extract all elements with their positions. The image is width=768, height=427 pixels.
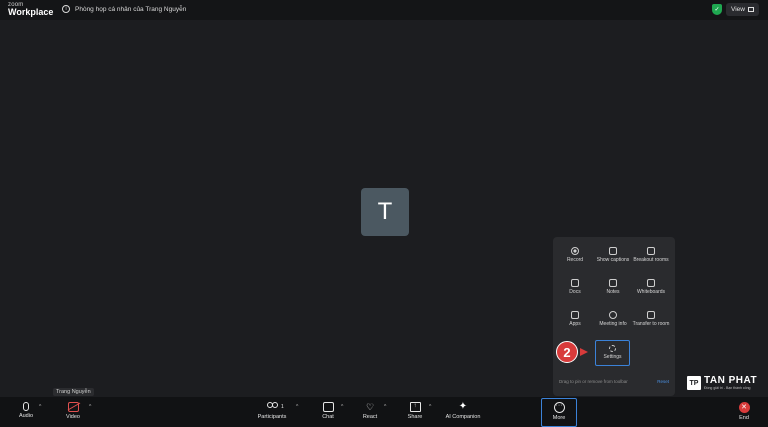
react-label: React xyxy=(362,414,378,420)
meeting-toolbar xyxy=(0,397,768,427)
tan-phat-watermark: TP TAN PHAT Đồng giải trí - Bạn thành cô… xyxy=(687,376,757,391)
notes-label: Notes xyxy=(606,289,620,295)
more-dots-icon: ··· xyxy=(553,402,565,413)
participants-options-caret[interactable]: ^ xyxy=(296,404,298,410)
show-captions-item[interactable]: Show captions xyxy=(594,247,632,263)
video-off-icon xyxy=(67,402,79,412)
top-bar: zoom Workplace i Phòng họp cá nhân của T… xyxy=(0,0,768,20)
apps-label: Apps xyxy=(569,321,581,327)
participants-count: 1 xyxy=(281,404,284,410)
meeting-info-label: Meeting info xyxy=(599,321,627,327)
notes-item[interactable]: Notes xyxy=(594,279,632,295)
participant-avatar: T xyxy=(361,188,409,236)
transfer-to-room-item[interactable]: Transfer to room xyxy=(632,311,670,327)
share-label: Share xyxy=(407,414,423,420)
docs-item[interactable]: Docs xyxy=(556,279,594,295)
end-button[interactable]: ✕ End xyxy=(733,402,755,421)
info-icon[interactable]: i xyxy=(62,5,70,13)
share-options-caret[interactable]: ^ xyxy=(429,404,431,410)
meeting-info-item[interactable]: Meeting info xyxy=(594,311,632,327)
video-options-caret[interactable]: ^ xyxy=(89,404,91,410)
apps-item[interactable]: Apps xyxy=(556,311,594,327)
ai-companion-label: AI Companion xyxy=(445,414,481,420)
more-button[interactable]: ··· More xyxy=(547,402,571,421)
video-label: Video xyxy=(66,414,80,420)
audio-button[interactable]: Audio xyxy=(14,402,38,419)
react-options-caret[interactable]: ^ xyxy=(384,404,386,410)
meeting-title-area[interactable]: i Phòng họp cá nhân của Trang Nguyễn xyxy=(62,5,186,13)
react-icon: ♡ xyxy=(365,402,375,412)
record-item[interactable]: Record xyxy=(556,247,594,263)
captions-icon xyxy=(609,247,617,255)
record-label: Record xyxy=(566,257,584,263)
chat-button[interactable]: Chat xyxy=(317,402,339,420)
meeting-info-icon xyxy=(609,311,617,319)
audio-options-caret[interactable]: ^ xyxy=(39,404,41,410)
docs-icon xyxy=(571,279,579,287)
whiteboards-item[interactable]: Whiteboards xyxy=(632,279,670,295)
react-button[interactable]: ♡ React xyxy=(358,402,382,420)
share-screen-icon: ↑ xyxy=(409,402,421,412)
meeting-title: Phòng họp cá nhân của Trang Nguyễn xyxy=(75,5,187,13)
video-button[interactable]: Video xyxy=(60,402,86,420)
participants-button[interactable]: Participants xyxy=(252,402,292,420)
view-button[interactable]: View xyxy=(726,3,759,16)
tan-phat-logo: TP xyxy=(687,376,701,391)
zoom-meeting-window: zoom Workplace i Phòng họp cá nhân của T… xyxy=(0,0,768,427)
chat-label: Chat xyxy=(322,414,334,420)
chat-options-caret[interactable]: ^ xyxy=(341,404,343,410)
self-view-name-tag: Trang Nguyễn xyxy=(53,388,94,396)
apps-icon xyxy=(571,311,579,319)
security-shield-icon[interactable]: ✓ xyxy=(712,4,722,15)
watermark-subtitle: Đồng giải trí - Bạn thành công xyxy=(704,386,751,390)
view-label: View xyxy=(731,6,745,13)
panel-footer-text: Drag to pin or remove from toolbar xyxy=(559,379,628,384)
end-label: End xyxy=(739,415,749,421)
audio-label: Audio xyxy=(18,413,34,419)
whiteboards-label: Whiteboards xyxy=(636,289,666,295)
reset-link[interactable]: Reset xyxy=(657,379,669,384)
gear-icon xyxy=(609,345,616,352)
transfer-icon xyxy=(647,311,655,319)
participants-label: Participants xyxy=(257,414,287,420)
more-label: More xyxy=(552,415,566,421)
breakout-rooms-item[interactable]: Breakout rooms xyxy=(632,247,670,263)
share-button[interactable]: ↑ Share xyxy=(403,402,427,420)
ai-sparkle-icon: ✦ xyxy=(458,401,468,412)
transfer-to-room-label: Transfer to room xyxy=(632,321,670,327)
step-2-arrow xyxy=(580,348,588,356)
watermark-title: TAN PHAT xyxy=(704,375,758,386)
ai-companion-button[interactable]: ✦ AI Companion xyxy=(441,401,485,421)
end-call-icon: ✕ xyxy=(738,402,750,413)
whiteboard-icon xyxy=(647,279,655,287)
breakout-rooms-icon xyxy=(647,247,655,255)
participants-icon xyxy=(266,402,278,412)
settings-item[interactable]: Settings xyxy=(595,340,630,366)
docs-label: Docs xyxy=(569,289,581,295)
zoom-workplace-logo: zoom Workplace xyxy=(8,2,53,17)
notes-icon xyxy=(609,279,617,287)
breakout-rooms-label: Breakout rooms xyxy=(633,257,669,263)
step-2-badge: 2 xyxy=(556,341,578,363)
panel-footer: Drag to pin or remove from toolbar Reset xyxy=(559,379,669,384)
chat-icon xyxy=(322,402,334,412)
record-icon xyxy=(571,247,579,255)
logo-main-text: Workplace xyxy=(8,7,54,17)
microphone-icon xyxy=(23,402,29,411)
grid-view-icon xyxy=(747,7,754,12)
settings-label: Settings xyxy=(603,354,622,360)
show-captions-label: Show captions xyxy=(596,257,630,263)
